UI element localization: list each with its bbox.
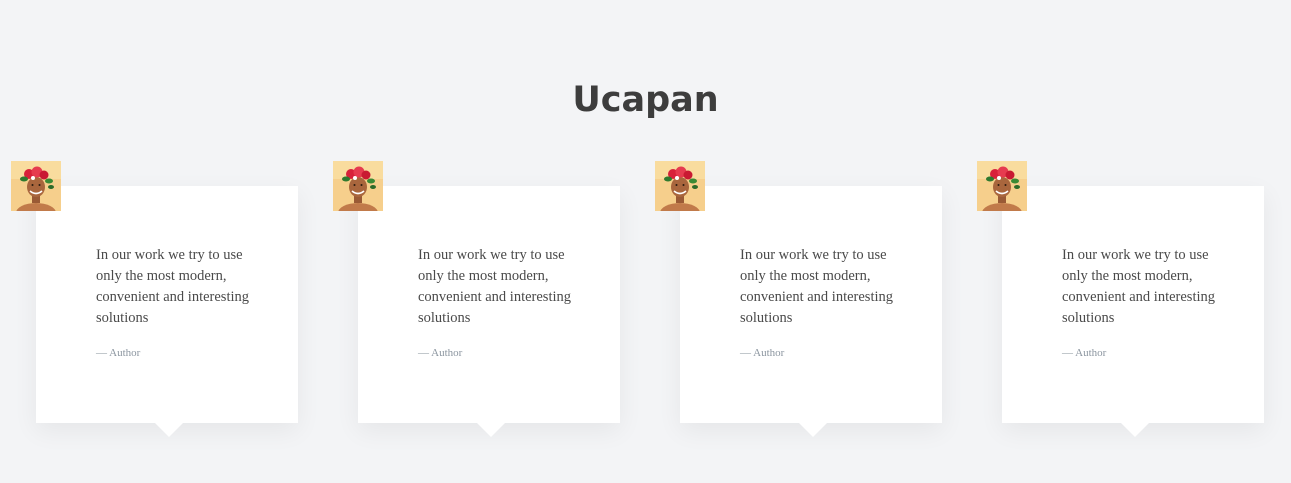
speech-pointer [1121, 423, 1149, 437]
speech-pointer [799, 423, 827, 437]
testimonials-section: Ucapan In our work we try to use only th… [0, 0, 1291, 483]
testimonial-quote: In our work we try to use only the most … [740, 247, 894, 326]
testimonial-author: — Author [1062, 347, 1107, 359]
testimonial-author: — Author [740, 347, 785, 359]
testimonial-card-3: In our work we try to use only the most … [655, 161, 945, 441]
testimonial-box: In our work we try to use only the most … [680, 186, 942, 437]
avatar [333, 161, 383, 211]
section-title: Ucapan [572, 80, 719, 120]
person-with-flowers-icon [333, 161, 383, 211]
testimonial-box: In our work we try to use only the most … [36, 186, 298, 437]
testimonial-quote: In our work we try to use only the most … [1062, 247, 1216, 326]
testimonial-card-4: In our work we try to use only the most … [977, 161, 1267, 441]
person-with-flowers-icon [655, 161, 705, 211]
testimonial-author: — Author [96, 347, 141, 359]
testimonial-card-1: In our work we try to use only the most … [11, 161, 301, 441]
speech-pointer [477, 423, 505, 437]
person-with-flowers-icon [11, 161, 61, 211]
avatar [11, 161, 61, 211]
testimonial-box: In our work we try to use only the most … [1002, 186, 1264, 437]
speech-pointer [155, 423, 183, 437]
person-with-flowers-icon [977, 161, 1027, 211]
testimonial-quote: In our work we try to use only the most … [96, 247, 250, 326]
testimonial-quote: In our work we try to use only the most … [418, 247, 572, 326]
avatar [655, 161, 705, 211]
testimonial-author: — Author [418, 347, 463, 359]
testimonial-box: In our work we try to use only the most … [358, 186, 620, 437]
avatar [977, 161, 1027, 211]
testimonial-card-2: In our work we try to use only the most … [333, 161, 623, 441]
